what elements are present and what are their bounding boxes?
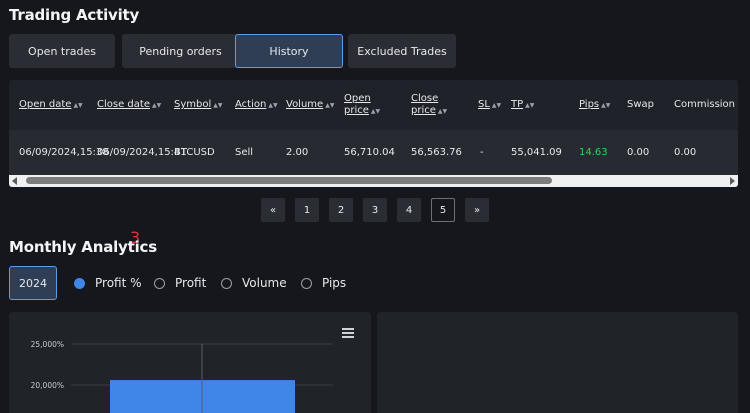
radio-label: Profit [175,276,207,290]
cell-sl: - [480,146,484,158]
chart-panel-left: 25,000% 20,000% [9,312,371,413]
tab-history[interactable]: History [235,34,343,68]
radio-circle-icon [301,277,312,289]
table-header: Open date ▲▼ Close date ▲▼ Symbol ▲▼ Action… [9,80,738,130]
cell-open-date: 06/09/2024,15:38 [19,130,109,175]
col-tp-label: TP [511,99,524,110]
tab-excluded-trades[interactable]: Excluded Trades [348,34,456,68]
radio-label: Pips [322,276,347,290]
sort-arrows-icon: ▲▼ [525,101,535,109]
col-action-label: Action [235,99,267,110]
cell-swap: 0.00 [627,146,650,158]
cell-close-price: 56,563.76 [411,146,462,158]
cell-volume: 2.00 [286,146,309,158]
monthly-chart: 25,000% 20,000% [31,340,333,413]
pagination-next-button[interactable]: » [465,198,489,222]
scrollbar-thumb[interactable] [26,177,552,184]
pagination-page-3[interactable]: 3 [363,198,387,222]
cell-close-date-line1: 06/09/2024, [97,146,158,158]
sort-arrows-icon: ▲▼ [491,101,502,109]
radio-label: Profit % [95,276,142,290]
sort-arrows-icon: ▲▼ [601,101,611,109]
sort-arrows-icon: ▲▼ [151,101,162,109]
scroll-left-arrow-icon[interactable] [12,177,17,185]
col-sl-label: SL [478,99,490,110]
col-volume[interactable]: Volume ▲▼ [286,80,334,130]
sort-arrows-icon: ▲▼ [437,108,448,115]
cell-open-date-line1: 06/09/2024, [19,146,80,158]
radio-profit-percent[interactable]: Profit % [74,276,142,290]
table-row[interactable]: 06/09/2024,15:38 06/09/2024,15:41 BTCUSD… [9,130,738,175]
col-swap: Swap [627,80,654,130]
col-close-date[interactable]: Close date ▲▼ [97,80,161,130]
year-button[interactable]: 2024 [9,266,57,300]
pagination-prev-button[interactable]: « [261,198,285,222]
radio-pips[interactable]: Pips [301,276,346,290]
col-commission-label: Commission [674,99,736,110]
scroll-right-arrow-icon[interactable] [730,177,735,185]
cell-tp: 55,041.09 [511,146,562,158]
sort-arrows-icon: ▲▼ [268,101,278,109]
cell-commission: 0.00 [674,146,697,158]
section-title-trading-activity: Trading Activity [9,6,140,24]
history-table: Open date ▲▼ Close date ▲▼ Symbol ▲▼ Action… [9,80,738,187]
y-tick-label: 25,000% [31,340,64,349]
cell-pips: 14.63 [579,146,608,158]
sort-arrows-icon: ▲▼ [73,101,83,109]
col-symbol[interactable]: Symbol ▲▼ [174,80,223,130]
radio-profit[interactable]: Profit [154,276,206,290]
sort-arrows-icon: ▲▼ [325,101,335,109]
y-tick-label: 20,000% [31,381,64,390]
col-close-price-label-2: price [411,105,436,116]
horizontal-scrollbar[interactable] [9,175,738,187]
col-close-price-label-1: Close [411,93,439,104]
col-open-price-label-1: Open [344,93,371,104]
col-close-price[interactable]: Close price ▲▼ [411,80,447,130]
col-sl[interactable]: SL ▲▼ [478,80,501,130]
radio-circle-icon [154,277,165,289]
cell-action: Sell [235,146,254,158]
radio-circle-icon [74,277,85,289]
col-pips-label: Pips [579,99,600,110]
section-title-monthly-analytics: Monthly Analytics [9,238,157,256]
radio-volume[interactable]: Volume [221,276,287,290]
col-symbol-label: Symbol [174,99,212,110]
col-volume-label: Volume [286,99,324,110]
col-pips[interactable]: Pips ▲▼ [579,80,610,130]
pagination-page-5[interactable]: 5 [431,198,455,222]
pagination-page-2[interactable]: 2 [329,198,353,222]
col-commission: Commission [674,80,735,130]
tab-pending-orders[interactable]: Pending orders [122,34,239,68]
hamburger-menu-icon[interactable] [342,328,354,338]
sort-arrows-icon: ▲▼ [213,101,223,109]
sort-arrows-icon: ▲▼ [370,108,381,115]
col-open-date[interactable]: Open date ▲▼ [19,80,83,130]
col-close-date-label: Close date [97,99,150,110]
col-open-price-label-2: price [344,105,369,116]
cell-open-price: 56,710.04 [344,146,395,158]
col-action[interactable]: Action ▲▼ [235,80,278,130]
chart-panel-right [377,312,738,413]
col-swap-label: Swap [627,99,655,110]
cell-symbol: BTCUSD [174,146,215,158]
radio-circle-icon [221,277,232,289]
col-open-price[interactable]: Open price ▲▼ [344,80,380,130]
pagination-page-1[interactable]: 1 [295,198,319,222]
tab-open-trades[interactable]: Open trades [9,34,115,68]
pagination-page-4[interactable]: 4 [397,198,421,222]
col-open-date-label: Open date [19,99,72,110]
radio-label: Volume [242,276,287,290]
col-tp[interactable]: TP ▲▼ [511,80,534,130]
